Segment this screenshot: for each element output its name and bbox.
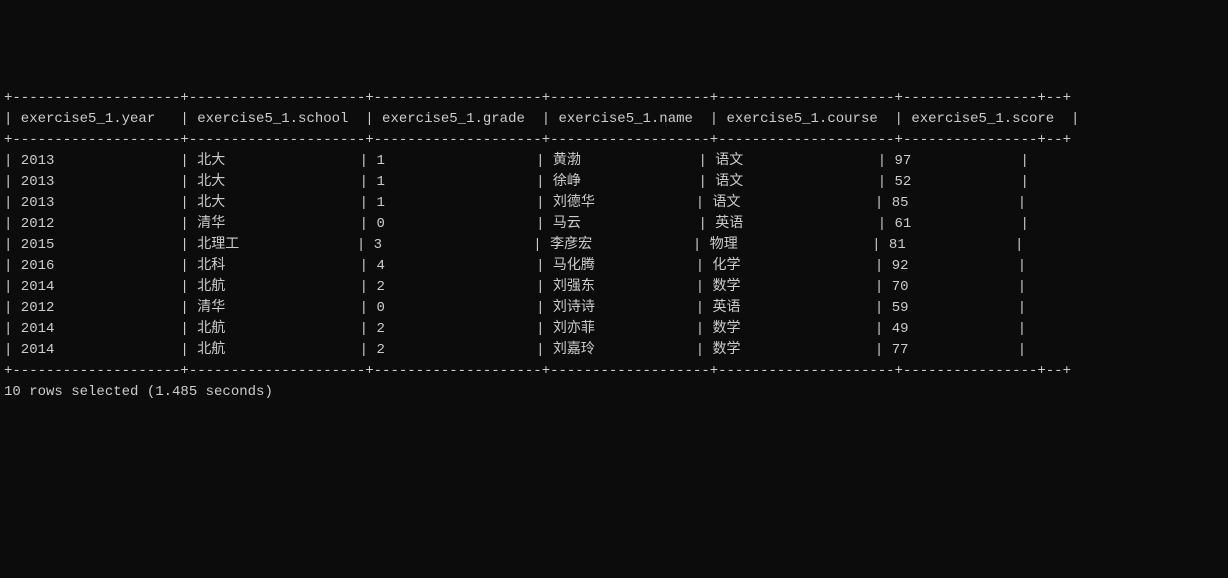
query-status-line: 10 rows selected (1.485 seconds) <box>4 384 273 400</box>
sql-query-output: +--------------------+------------------… <box>4 88 1224 403</box>
table-separator-mid: +--------------------+------------------… <box>4 132 1071 148</box>
table-separator-top: +--------------------+------------------… <box>4 90 1071 106</box>
table-header-row: | exercise5_1.year | exercise5_1.school … <box>4 111 1079 127</box>
table-data-rows: | 2013 | 北大 | 1 | 黄渤 | 语文 | 97 | | 2013 … <box>4 153 1029 358</box>
table-separator-bottom: +--------------------+------------------… <box>4 363 1071 379</box>
